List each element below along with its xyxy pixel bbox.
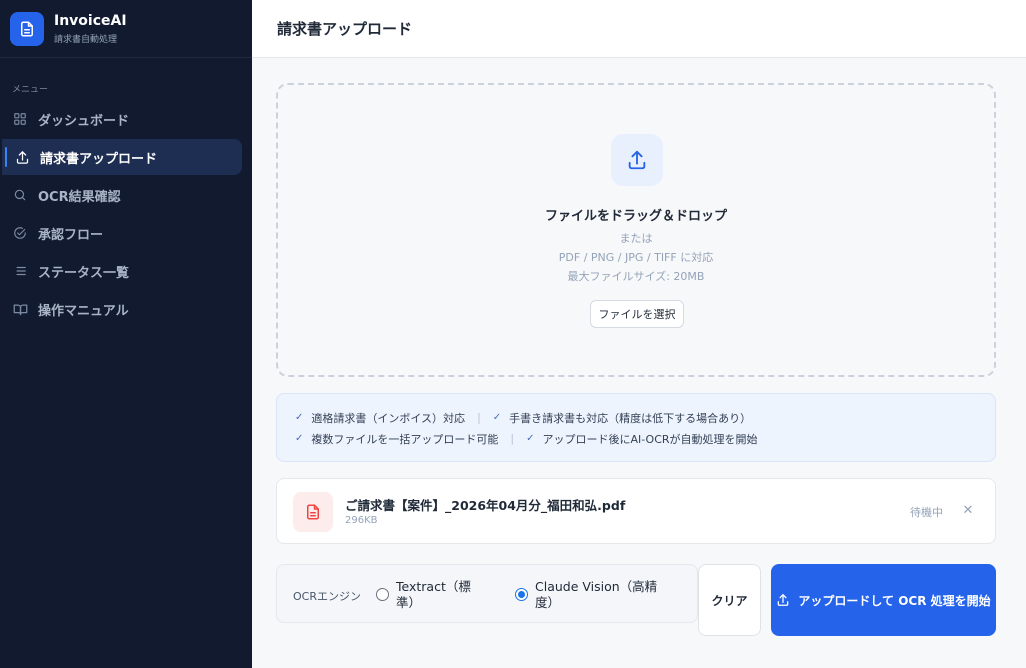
brand-name: InvoiceAI: [54, 13, 127, 29]
info-text: 複数ファイルを一括アップロード可能: [311, 432, 499, 446]
upload-icon: [776, 593, 790, 607]
info-text: アップロード後にAI-OCRが自動処理を開始: [542, 432, 758, 446]
file-dropzone[interactable]: ファイルをドラッグ＆ドロップ または PDF / PNG / JPG / TIF…: [276, 83, 996, 377]
dropzone-or: または: [619, 232, 653, 245]
check-circle-icon: [12, 225, 28, 241]
radio-label-line: Textract（標: [396, 579, 471, 594]
dropzone-max-size: 最大ファイルサイズ: 20MB: [567, 270, 705, 283]
clear-button[interactable]: クリア: [698, 564, 761, 636]
check-icon: ✓: [492, 412, 502, 423]
menu-label: メニュー: [12, 85, 49, 95]
radio-label-line: 準）: [396, 595, 422, 610]
file-status: 待機中: [910, 506, 943, 519]
document-icon: [10, 11, 44, 46]
radio-label-line: Claude Vision（高精: [535, 579, 658, 594]
sidebar-item-label: ステータス一覧: [38, 265, 130, 281]
info-box: ✓ 適格請求書（インボイス）対応 | ✓ 手書き請求書も対応（精度は低下する場合あり…: [276, 393, 996, 462]
list-icon: [12, 263, 28, 279]
book-icon: [12, 301, 28, 317]
page-header: 請求書アップロード: [252, 0, 1026, 58]
file-size: 296KB: [345, 515, 378, 526]
radio-label-line: 度）: [535, 595, 561, 610]
start-button-label: アップロードして OCR 処理を開始: [798, 593, 991, 608]
sidebar-item-status-list[interactable]: ステータス一覧: [0, 253, 242, 289]
sidebar-item-label: 操作マニュアル: [38, 303, 129, 319]
sidebar-item-label: ダッシュボード: [38, 113, 130, 129]
page-title: 請求書アップロード: [277, 20, 413, 38]
upload-icon: [611, 134, 663, 186]
ocr-engine-label: OCRエンジン: [293, 590, 361, 603]
sidebar-item-ocr-results[interactable]: OCR結果確認: [0, 177, 242, 213]
check-icon: ✓: [526, 433, 535, 444]
select-file-button[interactable]: ファイルを選択: [590, 300, 684, 328]
sidebar-item-label: 承認フロー: [38, 227, 104, 243]
ocr-engine-selector: OCRエンジン Textract（標 準） Claude Vision（高精 度…: [276, 564, 698, 623]
search-icon: [12, 187, 28, 203]
brand-subtitle: 請求書自動処理: [54, 35, 118, 45]
dropzone-formats: PDF / PNG / JPG / TIFF に対応: [558, 251, 714, 264]
close-icon: ✕: [962, 502, 974, 518]
radio-textract-label[interactable]: Textract（標 準）: [396, 579, 471, 611]
separator: |: [477, 411, 481, 424]
sidebar: InvoiceAI 請求書自動処理 メニュー ダッシュボード 請求書アップロード…: [0, 0, 252, 668]
info-text: 適格請求書（インボイス）対応: [311, 411, 466, 425]
check-icon: ✓: [295, 412, 304, 423]
file-name: ご請求書【案件】_2026年04月分_福田和弘.pdf: [345, 498, 626, 513]
radio-textract[interactable]: [376, 588, 389, 601]
dropzone-title: ファイルをドラッグ＆ドロップ: [544, 209, 727, 224]
info-text: 手書き請求書も対応（精度は低下する場合あり）: [509, 411, 752, 425]
radio-claude-vision-label[interactable]: Claude Vision（高精 度）: [535, 579, 657, 611]
sidebar-item-invoice-upload[interactable]: 請求書アップロード: [2, 139, 242, 175]
start-upload-ocr-button[interactable]: アップロードして OCR 処理を開始: [771, 564, 996, 636]
remove-file-button[interactable]: ✕: [960, 501, 976, 519]
grid-icon: [12, 111, 28, 127]
sidebar-item-manual[interactable]: 操作マニュアル: [0, 291, 242, 327]
separator: |: [510, 432, 515, 445]
file-list-item: ご請求書【案件】_2026年04月分_福田和弘.pdf 296KB 待機中 ✕: [276, 478, 996, 544]
sidebar-item-label: OCR結果確認: [38, 189, 121, 205]
sidebar-item-label: 請求書アップロード: [40, 151, 158, 167]
sidebar-item-approval-flow[interactable]: 承認フロー: [0, 215, 242, 251]
pdf-file-icon: [293, 492, 333, 532]
sidebar-item-dashboard[interactable]: ダッシュボード: [0, 101, 242, 137]
check-icon: ✓: [295, 433, 304, 444]
radio-claude-vision[interactable]: [515, 588, 528, 601]
upload-icon: [14, 149, 30, 165]
brand: InvoiceAI 請求書自動処理: [0, 0, 252, 58]
